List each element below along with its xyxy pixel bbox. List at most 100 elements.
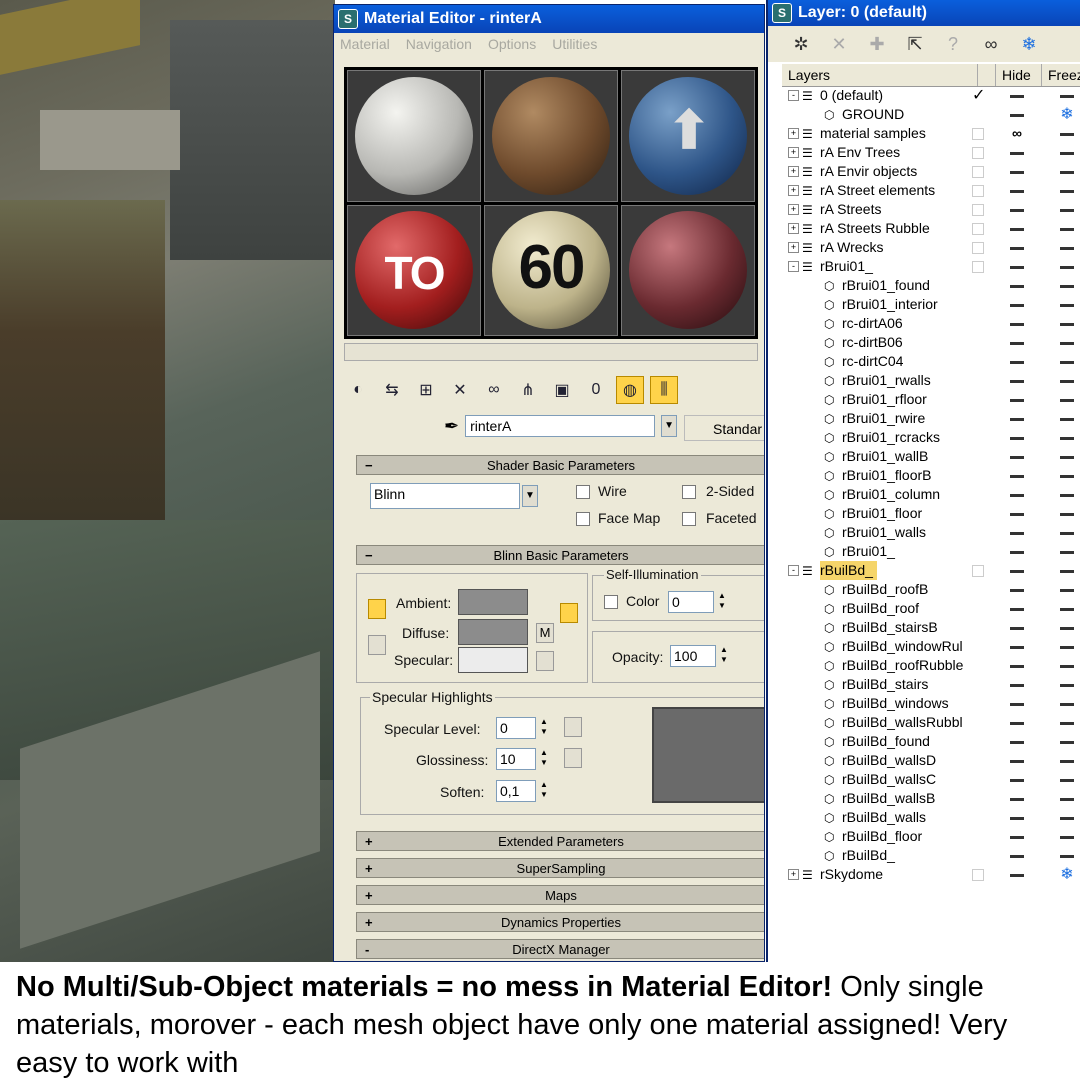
- freeze-toggle[interactable]: [1054, 846, 1080, 865]
- hide-toggle[interactable]: [1004, 257, 1030, 276]
- menu-material[interactable]: Material: [340, 36, 390, 52]
- freeze-toggle[interactable]: [1054, 542, 1080, 561]
- hide-toggle[interactable]: [1004, 751, 1030, 770]
- hide-toggle[interactable]: [1004, 599, 1030, 618]
- hide-toggle[interactable]: [1004, 827, 1030, 846]
- material-slot[interactable]: TO: [347, 204, 481, 336]
- add-to-layer-icon[interactable]: ✚: [866, 34, 888, 55]
- freeze-toggle[interactable]: [1054, 827, 1080, 846]
- material-slot[interactable]: 60: [484, 204, 618, 336]
- lock-ambient-diffuse-icon[interactable]: [368, 599, 386, 619]
- extended-parameters-rollout-header[interactable]: + Extended Parameters: [356, 831, 764, 851]
- expand-icon[interactable]: +: [788, 147, 799, 158]
- current-layer-box[interactable]: [972, 162, 984, 181]
- freeze-toggle[interactable]: [1054, 675, 1080, 694]
- freeze-toggle[interactable]: [1054, 143, 1080, 162]
- object-row[interactable]: ⬡ rBuilBd_floor: [782, 827, 1080, 846]
- object-row[interactable]: ⬡ rBuilBd_windows: [782, 694, 1080, 713]
- two-sided-checkbox[interactable]: [682, 485, 696, 499]
- expand-icon[interactable]: +: [788, 242, 799, 253]
- freeze-toggle[interactable]: [1054, 86, 1080, 105]
- directx-manager-rollout-header[interactable]: - DirectX Manager: [356, 939, 764, 959]
- current-layer-box[interactable]: [972, 200, 984, 219]
- freeze-toggle[interactable]: [1054, 618, 1080, 637]
- object-row[interactable]: ⬡ rBuilBd_windowRul: [782, 637, 1080, 656]
- object-row[interactable]: ⬡ rBrui01_floorB: [782, 466, 1080, 485]
- soften-value[interactable]: 0,1: [496, 780, 536, 802]
- specular-map-button[interactable]: [536, 651, 554, 671]
- object-row[interactable]: ⬡ rc-dirtA06: [782, 314, 1080, 333]
- object-row[interactable]: ⬡ rBrui01_rcracks: [782, 428, 1080, 447]
- show-end-result-icon[interactable]: ⫼: [650, 376, 678, 404]
- freeze-toggle[interactable]: [1054, 523, 1080, 542]
- specular-swatch[interactable]: [458, 647, 528, 673]
- current-layer-box[interactable]: [972, 219, 984, 238]
- self-illum-color-checkbox[interactable]: [604, 595, 618, 609]
- freeze-toggle[interactable]: [1054, 390, 1080, 409]
- face-map-checkbox[interactable]: [576, 512, 590, 526]
- object-row[interactable]: ⬡ rBuilBd_: [782, 846, 1080, 865]
- material-slot[interactable]: ⬆: [621, 70, 755, 202]
- freeze-toggle[interactable]: [1054, 181, 1080, 200]
- hide-toggle[interactable]: [1004, 523, 1030, 542]
- layer-row[interactable]: + ☰ rA Streets: [782, 200, 1080, 219]
- hide-toggle[interactable]: [1004, 808, 1030, 827]
- object-row[interactable]: ⬡ rBrui01_rwalls: [782, 371, 1080, 390]
- put-to-scene-icon[interactable]: ⇆: [378, 376, 406, 404]
- object-row[interactable]: ⬡ rBuilBd_wallsC: [782, 770, 1080, 789]
- spinner-arrows-icon[interactable]: ▲ ▼: [538, 748, 550, 770]
- hide-toggle[interactable]: [1004, 219, 1030, 238]
- hide-toggle[interactable]: [1004, 732, 1030, 751]
- layer-row[interactable]: + ☰ rA Wrecks: [782, 238, 1080, 257]
- freeze-toggle[interactable]: [1054, 599, 1080, 618]
- expand-icon[interactable]: +: [788, 185, 799, 196]
- freeze-column-header[interactable]: Freez: [1042, 64, 1080, 86]
- material-name-field[interactable]: rinterA: [465, 415, 656, 437]
- hide-toggle[interactable]: [1004, 580, 1030, 599]
- object-row[interactable]: ⬡ rBuilBd_wallsRubbl: [782, 713, 1080, 732]
- layer-row[interactable]: - ☰ 0 (default) ✓: [782, 86, 1080, 105]
- new-layer-icon[interactable]: ✲: [790, 34, 812, 55]
- collapse-icon[interactable]: -: [788, 261, 799, 272]
- object-row[interactable]: ⬡ rBrui01_rfloor: [782, 390, 1080, 409]
- freeze-toggle[interactable]: [1054, 713, 1080, 732]
- current-layer-box[interactable]: [972, 124, 984, 143]
- freeze-toggle[interactable]: [1054, 314, 1080, 333]
- hide-toggle[interactable]: [1004, 618, 1030, 637]
- freeze-toggle[interactable]: [1054, 124, 1080, 143]
- freeze-toggle[interactable]: [1054, 447, 1080, 466]
- hide-toggle[interactable]: [1004, 200, 1030, 219]
- current-layer-box[interactable]: [972, 143, 984, 162]
- current-column-header[interactable]: [978, 64, 996, 86]
- freeze-toggle[interactable]: [1054, 770, 1080, 789]
- freeze-toggle[interactable]: [1054, 409, 1080, 428]
- get-material-icon[interactable]: ◐: [344, 376, 372, 404]
- collapse-icon[interactable]: -: [788, 565, 799, 576]
- menu-utilities[interactable]: Utilities: [552, 36, 597, 52]
- freeze-toggle[interactable]: [1054, 466, 1080, 485]
- hide-toggle[interactable]: [1004, 675, 1030, 694]
- freeze-toggle[interactable]: [1054, 504, 1080, 523]
- layer-row[interactable]: + ☰ rA Streets Rubble: [782, 219, 1080, 238]
- freeze-toggle[interactable]: [1054, 295, 1080, 314]
- hide-toggle[interactable]: [1004, 466, 1030, 485]
- shader-basic-rollout-header[interactable]: − Shader Basic Parameters: [356, 455, 764, 475]
- spinner-arrows-icon[interactable]: ▲ ▼: [718, 645, 730, 667]
- delete-layer-icon[interactable]: ✕: [828, 34, 850, 55]
- layer-row[interactable]: - ☰ rBuilBd_: [782, 561, 1080, 580]
- freeze-toggle[interactable]: [1054, 789, 1080, 808]
- hide-toggle[interactable]: [1004, 656, 1030, 675]
- ambient-swatch[interactable]: [458, 589, 528, 615]
- collapse-icon[interactable]: -: [788, 90, 799, 101]
- freeze-toggle[interactable]: [1054, 751, 1080, 770]
- object-row[interactable]: ⬡ rBuilBd_wallsB: [782, 789, 1080, 808]
- material-slot[interactable]: [347, 70, 481, 202]
- reset-icon[interactable]: ✕: [446, 376, 474, 404]
- hide-toggle[interactable]: [1004, 162, 1030, 181]
- hide-toggle[interactable]: [1004, 428, 1030, 447]
- object-row[interactable]: ⬡ rBrui01_found: [782, 276, 1080, 295]
- layer-row[interactable]: + ☰ rA Street elements: [782, 181, 1080, 200]
- lock-icon[interactable]: [560, 603, 578, 623]
- frozen-snowflake-icon[interactable]: ❄: [1054, 105, 1080, 124]
- select-layer-icon[interactable]: ?: [942, 34, 964, 55]
